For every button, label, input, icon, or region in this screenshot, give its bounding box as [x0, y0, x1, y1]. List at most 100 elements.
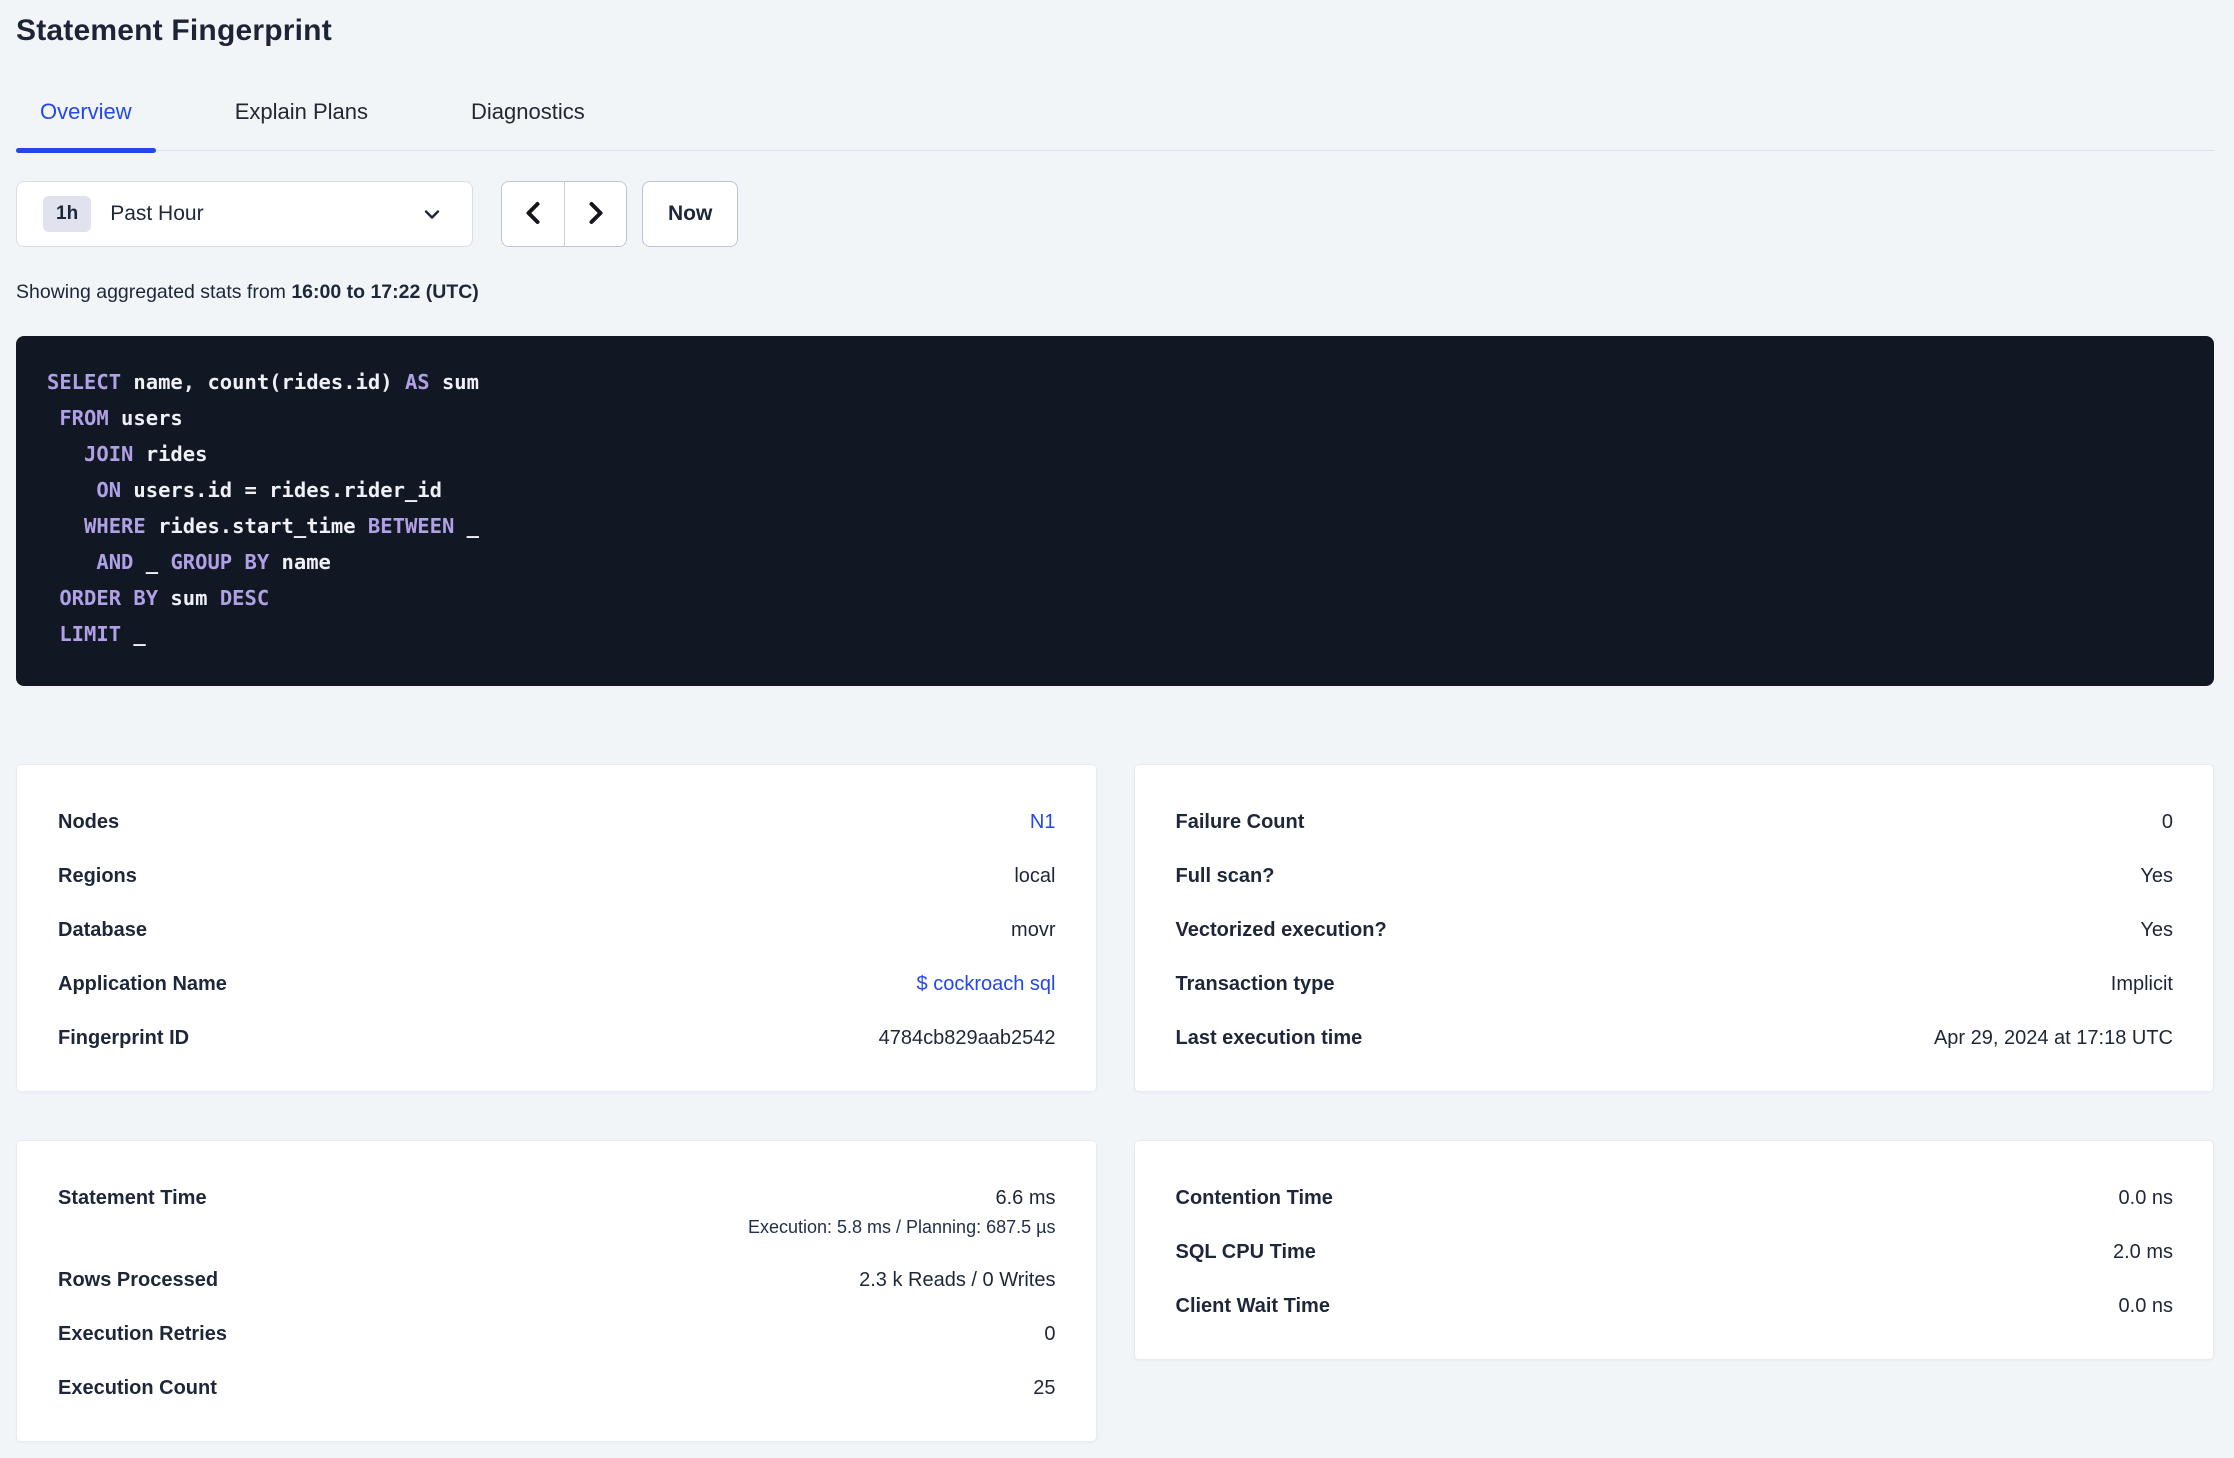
stat-row: Application Name $ cockroach sql: [58, 971, 1056, 997]
stat-label: Execution Retries: [58, 1323, 227, 1345]
sql-token-text: [47, 514, 84, 538]
stat-value: 4784cb829aab2542: [878, 1027, 1056, 1049]
stat-value-wrap: movr: [1011, 917, 1055, 943]
sql-token-text: name: [269, 550, 331, 574]
stat-row: Contention Time 0.0 ns: [1176, 1185, 2174, 1211]
tab-bar: Overview Explain Plans Diagnostics: [16, 98, 2214, 153]
tab-overview[interactable]: Overview: [16, 98, 156, 153]
stat-label: SQL CPU Time: [1175, 1241, 1316, 1263]
sql-token-keyword: GROUP BY: [170, 550, 270, 574]
stat-value: Implicit: [2110, 973, 2173, 995]
sql-token-text: users: [108, 406, 183, 430]
time-range-dropdown[interactable]: 1h Past Hour: [16, 181, 473, 247]
sql-token-text: [47, 550, 96, 574]
sql-token-keyword: ON: [96, 478, 122, 502]
stat-value-wrap: Yes: [2140, 863, 2173, 889]
stat-value-wrap: 2.3 k Reads / 0 Writes: [859, 1267, 1055, 1293]
stat-value: Yes: [2140, 865, 2173, 887]
stat-value: 6.6 ms: [995, 1187, 1056, 1209]
stat-value: 0: [1044, 1323, 1056, 1345]
stat-value-wrap: Apr 29, 2024 at 17:18 UTC: [1934, 1025, 2173, 1051]
stat-row: Database movr: [58, 917, 1056, 943]
sql-token-keyword: WHERE: [84, 514, 146, 538]
page-title: Statement Fingerprint: [16, 14, 332, 47]
sql-token-keyword: ORDER BY: [59, 586, 159, 610]
stat-label: Application Name: [58, 973, 227, 995]
sql-token-keyword: AND: [96, 550, 134, 574]
card-execution-attributes: Failure Count 0 Full scan? Yes Vectorized ex…: [1133, 764, 2214, 1092]
stat-value: 25: [1033, 1377, 1056, 1399]
previous-time-button[interactable]: [502, 182, 564, 246]
sql-token-text: [47, 406, 59, 430]
sql-line: SELECT name, count(rides.id) AS sum: [47, 364, 2184, 400]
stat-value: Yes: [2140, 919, 2173, 941]
stat-label: Client Wait Time: [1175, 1295, 1330, 1317]
stat-row: Vectorized execution? Yes: [1176, 917, 2174, 943]
stat-value: 0.0 ns: [2118, 1187, 2173, 1209]
stat-label: Execution Count: [58, 1377, 217, 1399]
aggregated-stats-prefix: Showing aggregated stats from: [16, 281, 292, 303]
stat-value: 0: [2161, 811, 2173, 833]
stat-value: 0.0 ns: [2118, 1295, 2173, 1317]
stat-label: Statement Time: [58, 1187, 207, 1209]
stat-value-wrap: 0.0 ns: [2119, 1293, 2173, 1319]
stat-row: Execution Count 25: [58, 1375, 1056, 1401]
chevron-left-icon: [520, 198, 546, 231]
sql-line: JOIN rides: [47, 436, 2184, 472]
stat-value: local: [1014, 865, 1056, 887]
stat-value-link[interactable]: $ cockroach sql: [917, 973, 1056, 995]
stat-value-wrap: 6.6 ms Execution: 5.8 ms / Planning: 687.…: [748, 1185, 1056, 1239]
stat-value: 2.0 ms: [2112, 1241, 2173, 1263]
sql-line: LIMIT _: [47, 616, 2184, 652]
stat-label: Database: [58, 919, 147, 941]
stat-label: Vectorized execution?: [1175, 919, 1387, 941]
stat-value-wrap: Yes: [2140, 917, 2173, 943]
aggregated-stats-summary: Showing aggregated stats from 16:00 to 1…: [16, 281, 2216, 304]
stat-value-link[interactable]: N1: [1030, 811, 1056, 833]
card-overview-details: Nodes N1 Regions local Database movr Applicati…: [16, 764, 1097, 1092]
aggregated-stats-range: 16:00 to 17:22 (UTC): [291, 281, 479, 303]
stat-row: Last execution time Apr 29, 2024 at 17:18…: [1176, 1025, 2174, 1051]
sql-token-text: [47, 586, 59, 610]
sql-token-keyword: JOIN: [84, 442, 134, 466]
stat-label: Last execution time: [1175, 1027, 1363, 1049]
sql-token-text: [47, 442, 84, 466]
sql-token-text: _: [133, 550, 171, 574]
tab-explain-plans[interactable]: Explain Plans: [211, 98, 392, 150]
sql-token-text: users.id = rides.rider_id: [121, 478, 442, 502]
statement-fingerprint-page: Statement Fingerprint Overview Explain P…: [0, 0, 2234, 1442]
stat-label: Contention Time: [1175, 1187, 1333, 1209]
sql-token-text: rides: [133, 442, 208, 466]
sql-token-text: _: [121, 622, 146, 646]
stat-label: Fingerprint ID: [58, 1027, 190, 1049]
stat-value-wrap: 25: [1033, 1375, 1055, 1401]
stat-value-wrap: 2.0 ms: [2113, 1239, 2173, 1265]
stat-label: Transaction type: [1175, 973, 1335, 995]
stat-value: 2.3 k Reads / 0 Writes: [859, 1269, 1056, 1291]
stat-label: Failure Count: [1175, 811, 1305, 833]
time-range-label: Past Hour: [110, 202, 204, 225]
sql-token-text: name, count(rides.id): [121, 370, 405, 394]
stat-row: Client Wait Time 0.0 ns: [1176, 1293, 2174, 1319]
sql-line: ORDER BY sum DESC: [47, 580, 2184, 616]
sql-token-keyword: BETWEEN: [367, 514, 455, 538]
sql-line: ON users.id = rides.rider_id: [47, 472, 2184, 508]
sql-box: SELECT name, count(rides.id) AS sum FROM…: [16, 336, 2214, 686]
now-button[interactable]: Now: [642, 181, 739, 247]
next-time-button[interactable]: [564, 182, 626, 246]
stat-value-wrap: 0.0 ns: [2119, 1185, 2173, 1211]
sql-line: WHERE rides.start_time BETWEEN _: [47, 508, 2184, 544]
card-statement-times: Statement Time 6.6 ms Execution: 5.8 ms / …: [16, 1140, 1097, 1442]
summary-cards: Nodes N1 Regions local Database movr Applicati…: [16, 764, 2214, 1442]
chevron-down-icon: [420, 202, 444, 226]
tab-diagnostics[interactable]: Diagnostics: [447, 98, 609, 150]
sql-token-text: [47, 622, 59, 646]
stat-value-wrap: 0: [2162, 809, 2173, 835]
stat-label: Full scan?: [1175, 865, 1275, 887]
stat-value-wrap: $ cockroach sql: [917, 971, 1056, 997]
stat-value: movr: [1011, 919, 1056, 941]
stat-value-wrap: 4784cb829aab2542: [879, 1025, 1056, 1051]
stat-label: Regions: [58, 865, 137, 887]
stat-row: Full scan? Yes: [1176, 863, 2174, 889]
time-controls: 1h Past Hour Now: [16, 181, 2216, 247]
